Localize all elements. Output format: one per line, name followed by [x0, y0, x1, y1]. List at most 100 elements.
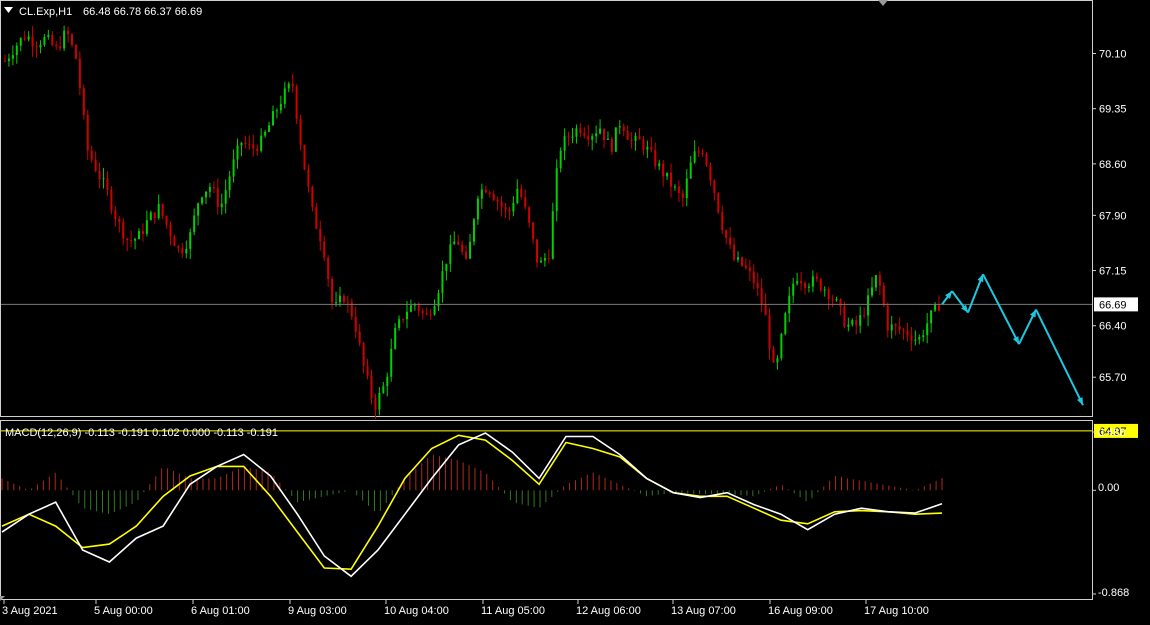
candle-body: [394, 327, 397, 349]
candle-body: [370, 375, 373, 399]
candle-body: [331, 278, 334, 303]
candle-body: [193, 215, 196, 233]
candle-body: [681, 192, 684, 198]
candle-body: [579, 128, 582, 133]
candle-body: [181, 248, 184, 254]
candle-body: [378, 392, 381, 410]
candle-body: [362, 343, 365, 366]
candle-body: [268, 125, 271, 132]
candle-body: [725, 230, 728, 238]
candle-body: [39, 44, 42, 48]
candle-body: [512, 202, 515, 212]
candle-body: [74, 44, 77, 59]
candle-body: [851, 320, 854, 325]
candle-body: [457, 241, 460, 245]
candle-body: [299, 118, 302, 145]
candle-body: [70, 34, 73, 45]
candle-body: [295, 86, 298, 119]
candle-body: [137, 231, 140, 240]
time-label: 3 Aug 2021: [2, 605, 58, 617]
candle-body: [409, 305, 412, 312]
candle-body: [638, 135, 641, 140]
candle-body: [189, 232, 192, 249]
macd-tick-top: 0.488: [1098, 427, 1126, 439]
candle-body: [177, 246, 180, 249]
candle-body: [346, 302, 349, 304]
shift-marker-icon[interactable]: [878, 0, 888, 6]
price-axis: 70.10 69.35 68.60 67.90 67.15 66.40 65.70: [1092, 49, 1127, 384]
candle-body: [815, 276, 818, 279]
candle-body: [914, 339, 917, 341]
candle-body: [800, 280, 803, 284]
candle-body: [642, 139, 645, 150]
candle-body: [212, 186, 215, 189]
candle-body: [283, 88, 286, 104]
candle-body: [662, 163, 665, 177]
candles: [4, 25, 940, 419]
candle-body: [839, 299, 842, 307]
candle-body: [236, 145, 239, 160]
candle-body: [878, 275, 881, 286]
candle-body: [338, 295, 341, 303]
candle-body: [480, 189, 483, 199]
chart-window[interactable]: CL.Exp,H1 66.48 66.78 66.37 66.69 66.69 6…: [0, 0, 1150, 620]
candle-body: [559, 150, 562, 169]
candle-body: [201, 197, 204, 204]
candle-body: [161, 203, 164, 216]
candle-body: [685, 178, 688, 198]
candle-body: [729, 237, 732, 245]
macd-tick-bottom: -0.868: [1098, 587, 1129, 599]
candle-body: [260, 135, 263, 151]
candle-body: [855, 320, 858, 326]
candle-body: [934, 304, 937, 311]
candle-body: [82, 88, 85, 115]
candle-body: [910, 335, 913, 341]
candle-body: [760, 288, 763, 305]
candle-body: [536, 239, 539, 263]
candle-body: [126, 238, 129, 241]
candle-body: [398, 319, 401, 328]
candle-body: [216, 188, 219, 208]
candle-body: [859, 315, 862, 326]
candle-body: [847, 324, 850, 327]
price-tick-label: 65.70: [1099, 372, 1127, 384]
candle-body: [90, 150, 93, 160]
time-axis: 3 Aug 2021 5 Aug 00:00 6 Aug 01:00 9 Aug 03…: [2, 600, 929, 617]
candle-body: [287, 83, 290, 89]
candle-body: [433, 306, 436, 315]
candle-body: [650, 146, 653, 150]
candle-body: [311, 186, 314, 208]
candle-body: [421, 310, 424, 314]
candle-body: [776, 358, 779, 363]
candle-body: [405, 311, 408, 320]
candle-body: [827, 289, 830, 300]
macd-main-line: [1, 432, 943, 578]
candle-body: [567, 136, 570, 138]
candle-body: [43, 37, 46, 45]
candle-body: [658, 163, 661, 167]
time-label: 6 Aug 01:00: [191, 605, 250, 617]
symbol-label: CL.Exp,H1: [19, 6, 72, 18]
candle-body: [603, 128, 606, 140]
price-tick-label: 66.40: [1099, 321, 1127, 333]
candle-body: [31, 36, 34, 47]
candle-body: [279, 103, 282, 111]
candle-body: [429, 314, 432, 316]
chart-svg[interactable]: CL.Exp,H1 66.48 66.78 66.37 66.69 66.69 6…: [0, 0, 1150, 620]
candle-body: [51, 34, 54, 45]
candle-body: [618, 126, 621, 128]
collapse-icon[interactable]: [4, 7, 13, 13]
candle-body: [224, 190, 227, 204]
current-price-label: 66.69: [1099, 299, 1127, 311]
candle-body: [599, 128, 602, 134]
candle-body: [693, 151, 696, 163]
candle-body: [843, 306, 846, 327]
candle-body: [264, 131, 267, 136]
time-label: 9 Aug 03:00: [288, 605, 347, 617]
candle-body: [78, 58, 81, 89]
candle-body: [465, 251, 468, 259]
candle-body: [807, 286, 810, 288]
candle-body: [528, 207, 531, 223]
candle-body: [11, 55, 14, 59]
candle-body: [59, 46, 62, 49]
